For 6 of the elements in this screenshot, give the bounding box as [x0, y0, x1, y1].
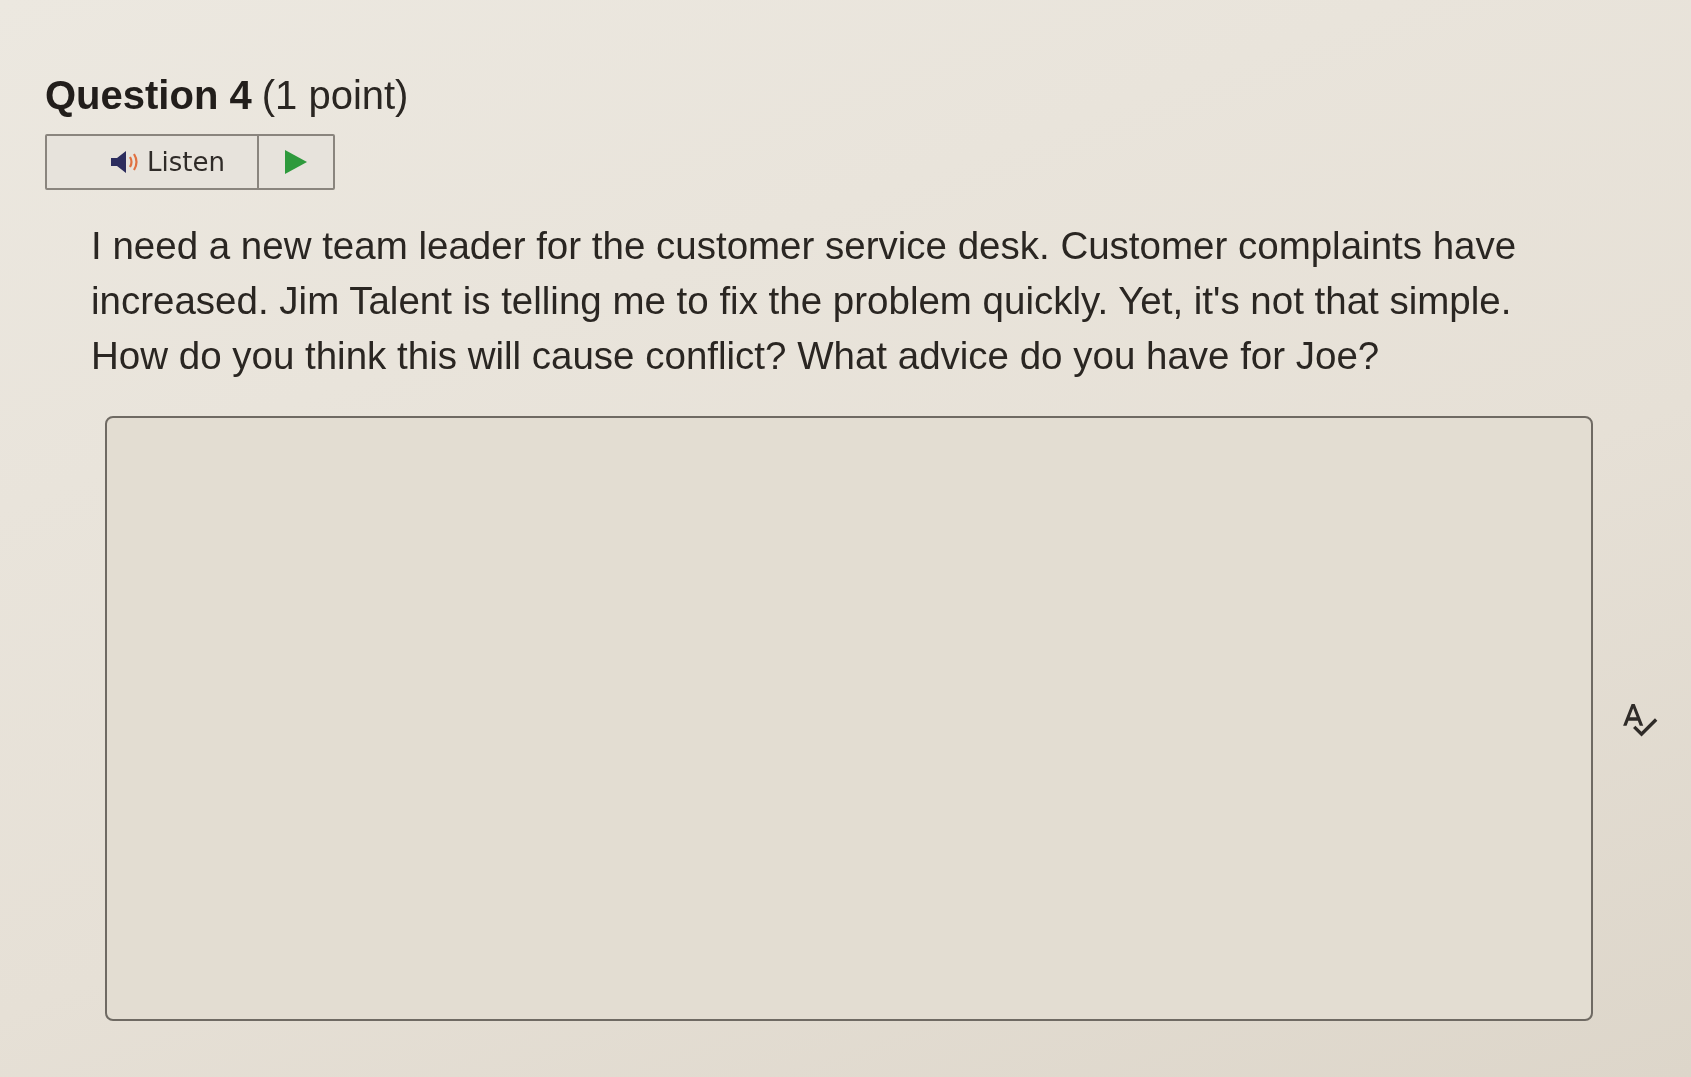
question-points: (1 point) [261, 72, 409, 118]
play-icon [285, 150, 307, 174]
listen-button[interactable]: Listen [47, 136, 259, 188]
speaker-icon [109, 149, 140, 175]
question-prompt: I need a new team leader for the customer service desk. Customer complaints have increased. Jim Talent is telling me to fix the problem quickly. Yet, it's not that simple. How do you think this will cause conflict? What advice do you have for Joe? [91, 223, 1518, 379]
question-title: Question 4 [45, 72, 252, 118]
